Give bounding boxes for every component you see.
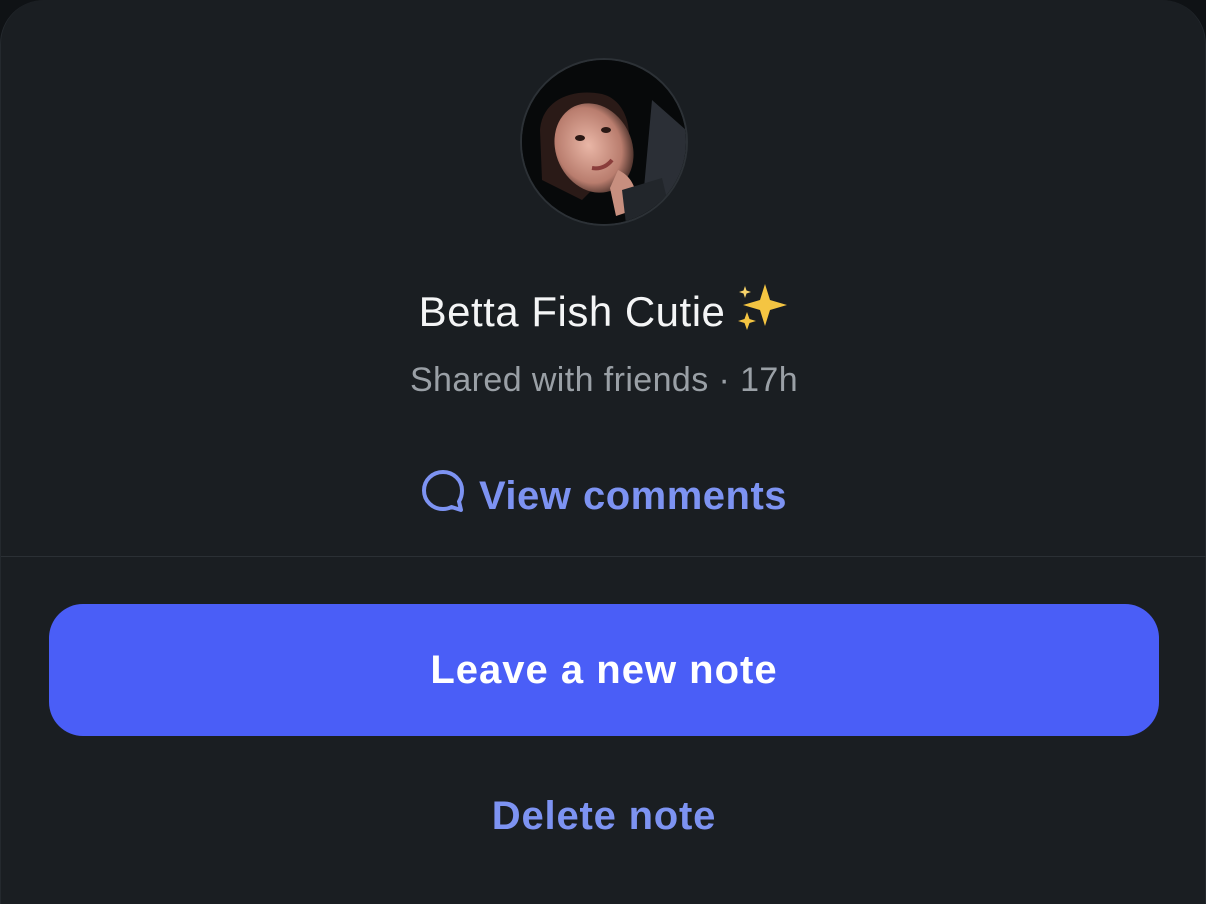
leave-new-note-button[interactable]: Leave a new note (49, 604, 1159, 736)
note-text: Betta Fish Cutie (1, 282, 1206, 348)
sparkles-icon (735, 282, 789, 348)
note-meta: Shared with friends · 17h (1, 358, 1206, 402)
avatar[interactable] (520, 58, 688, 226)
note-age: 17h (740, 361, 799, 399)
divider (1, 556, 1206, 557)
comment-bubble-icon (421, 469, 465, 523)
note-text-label: Betta Fish Cutie (418, 288, 726, 336)
note-sheet: Betta Fish Cutie Shared with friends · 1… (0, 0, 1206, 904)
meta-separator: · (718, 361, 731, 399)
view-comments-button[interactable]: View comments (404, 466, 804, 526)
view-comments-label: View comments (478, 473, 788, 518)
audience-label: Shared with friends (409, 361, 709, 399)
avatar-photo (522, 60, 686, 224)
delete-note-button[interactable]: Delete note (404, 786, 804, 846)
